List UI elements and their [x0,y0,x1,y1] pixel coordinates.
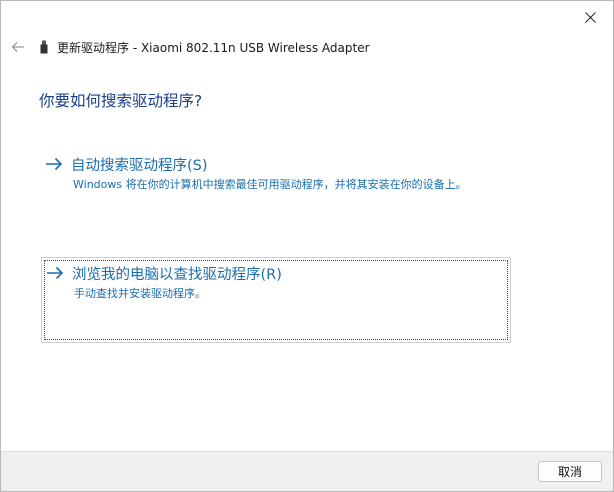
auto-search-title: 自动搜索驱动程序(S) [71,157,208,174]
cancel-button[interactable]: 取消 [538,461,602,482]
dialog-title: 更新驱动程序 - Xiaomi 802.11n USB Wireless Ada… [57,40,370,55]
close-button[interactable] [567,1,613,33]
browse-computer-description: 手动查找并安装驱动程序。 [74,287,206,300]
arrow-right-icon [46,265,66,281]
close-icon [584,8,596,27]
browse-computer-title: 浏览我的电脑以查找驱动程序(R) [72,266,282,283]
arrow-right-icon [45,156,65,172]
page-heading: 你要如何搜索驱动程序? [39,92,203,110]
back-button[interactable] [5,35,31,59]
browse-computer-option[interactable]: 浏览我的电脑以查找驱动程序(R) 手动查找并安装驱动程序。 [41,257,511,343]
auto-search-option[interactable]: 自动搜索驱动程序(S) Windows 将在你的计算机中搜索最佳可用驱动程序，并… [41,149,511,197]
option-title-row: 浏览我的电脑以查找驱动程序(R) [46,263,510,283]
usb-device-icon [39,39,49,55]
update-driver-dialog: 更新驱动程序 - Xiaomi 802.11n USB Wireless Ada… [0,0,614,492]
back-arrow-icon [11,38,25,57]
dialog-header: 更新驱动程序 - Xiaomi 802.11n USB Wireless Ada… [1,35,613,59]
auto-search-description: Windows 将在你的计算机中搜索最佳可用驱动程序，并将其安装在你的设备上。 [73,178,467,191]
dialog-footer: 取消 [1,451,613,491]
option-title-row: 自动搜索驱动程序(S) [45,154,511,174]
